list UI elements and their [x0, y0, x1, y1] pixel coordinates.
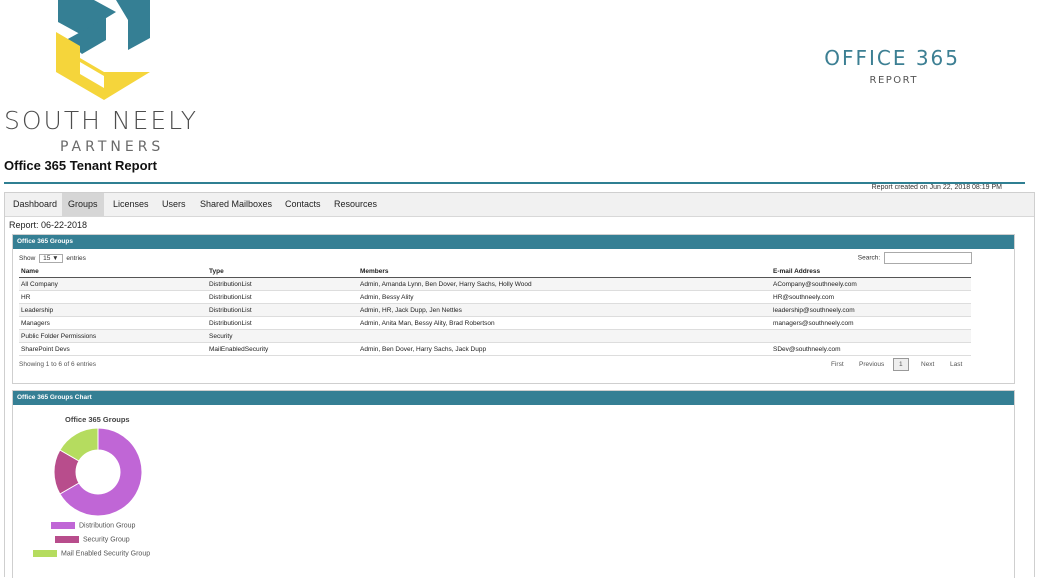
- search-control: Search:: [858, 252, 972, 264]
- tab-contacts[interactable]: Contacts: [279, 193, 327, 216]
- tab-licenses[interactable]: Licenses: [107, 193, 155, 216]
- cell-members: Admin, Anita Man, Bessy Ality, Brad Robe…: [358, 316, 771, 330]
- legend-item[interactable]: Distribution Group: [51, 522, 135, 529]
- chevron-down-icon: ▼: [52, 255, 59, 262]
- report-date: Report: 06-22-2018: [9, 220, 88, 230]
- search-label: Search:: [857, 254, 881, 262]
- entries-value: 15: [43, 255, 51, 262]
- entries-label: entries: [66, 255, 86, 262]
- table-row: SharePoint Devs MailEnabledSecurity Admi…: [19, 342, 971, 356]
- cell-type: DistributionList: [207, 303, 358, 317]
- cell-name: Managers: [19, 316, 207, 330]
- cell-name: Leadership: [19, 303, 207, 317]
- tab-users[interactable]: Users: [156, 193, 192, 216]
- cell-email: ACompany@southneely.com: [771, 277, 971, 291]
- current-page-button[interactable]: 1: [893, 358, 909, 371]
- pagination: First Previous 1 Next Last: [13, 357, 1014, 373]
- tab-dashboard[interactable]: Dashboard: [7, 193, 63, 216]
- cell-name: HR: [19, 290, 207, 304]
- cell-members: [358, 329, 771, 343]
- groups-panel-title: Office 365 Groups: [13, 235, 1014, 249]
- table-row: Public Folder Permissions Security: [19, 329, 971, 343]
- tab-shared-mailboxes[interactable]: Shared Mailboxes: [194, 193, 278, 216]
- cell-name: All Company: [19, 277, 207, 291]
- search-input[interactable]: [884, 252, 972, 264]
- brand-subtitle: PARTNERS: [60, 139, 165, 155]
- brand-name: SOUTH NEELY: [4, 106, 199, 135]
- legend-label: Mail Enabled Security Group: [61, 550, 151, 558]
- cell-email: [771, 329, 971, 343]
- cell-name: Public Folder Permissions: [19, 329, 207, 343]
- column-header-email[interactable]: E-mail Address: [771, 265, 971, 278]
- report-header-subtitle: REPORT: [869, 75, 918, 86]
- table-row: All Company DistributionList Admin, Aman…: [19, 277, 971, 291]
- groups-chart-panel-title: Office 365 Groups Chart: [13, 391, 1014, 405]
- last-page-button[interactable]: Last: [950, 361, 962, 368]
- cell-type: MailEnabledSecurity: [207, 342, 358, 356]
- entries-select[interactable]: 15 ▼: [39, 254, 63, 263]
- tab-resources[interactable]: Resources: [328, 193, 383, 216]
- page-title: Office 365 Tenant Report: [4, 158, 157, 173]
- legend-swatch: [55, 536, 79, 543]
- first-page-button[interactable]: First: [831, 361, 844, 368]
- tab-bar: Dashboard Groups Licenses Users Shared M…: [5, 193, 1034, 217]
- cell-email: managers@southneely.com: [771, 316, 971, 330]
- cell-members: Admin, HR, Jack Dupp, Jen Nettles: [358, 303, 771, 317]
- table-row: HR DistributionList Admin, Bessy Ality H…: [19, 290, 971, 304]
- column-header-members[interactable]: Members: [358, 265, 771, 278]
- cell-name: SharePoint Devs: [19, 342, 207, 356]
- cell-email: leadership@southneely.com: [771, 303, 971, 317]
- tab-groups[interactable]: Groups: [62, 193, 104, 216]
- groups-panel: Office 365 Groups Show 15 ▼ entries Sear…: [12, 234, 1015, 384]
- entries-length-control: Show 15 ▼ entries: [19, 254, 86, 263]
- cell-email: HR@southneely.com: [771, 290, 971, 304]
- legend-swatch: [51, 522, 75, 529]
- table-row: Leadership DistributionList Admin, HR, J…: [19, 303, 971, 317]
- groups-donut-chart: [53, 427, 143, 517]
- show-label: Show: [19, 255, 36, 262]
- chart-title: Office 365 Groups: [65, 415, 130, 424]
- cell-members: Admin, Amanda Lynn, Ben Dover, Harry Sac…: [358, 277, 771, 291]
- report-created-timestamp: Report created on Jun 22, 2018 08:19 PM: [871, 184, 1002, 191]
- cell-type: Security: [207, 329, 358, 343]
- cell-members: Admin, Ben Dover, Harry Sachs, Jack Dupp: [358, 342, 771, 356]
- column-header-name[interactable]: Name: [19, 265, 207, 278]
- cell-type: DistributionList: [207, 277, 358, 291]
- south-neely-logo: [56, 0, 150, 100]
- cell-type: DistributionList: [207, 316, 358, 330]
- legend-swatch: [33, 550, 57, 557]
- report-frame: Dashboard Groups Licenses Users Shared M…: [4, 192, 1035, 578]
- legend-item[interactable]: Mail Enabled Security Group: [33, 550, 150, 557]
- column-header-type[interactable]: Type: [207, 265, 358, 278]
- groups-table: Name Type Members E-mail Address All Com…: [19, 265, 971, 356]
- next-page-button[interactable]: Next: [921, 361, 934, 368]
- cell-members: Admin, Bessy Ality: [358, 290, 771, 304]
- legend-item[interactable]: Security Group: [55, 536, 130, 543]
- previous-page-button[interactable]: Previous: [859, 361, 884, 368]
- legend-label: Security Group: [83, 536, 130, 544]
- cell-type: DistributionList: [207, 290, 358, 304]
- cell-email: SDev@southneely.com: [771, 342, 971, 356]
- table-row: Managers DistributionList Admin, Anita M…: [19, 316, 971, 330]
- groups-chart-panel: Office 365 Groups Chart Office 365 Group…: [12, 390, 1015, 578]
- legend-label: Distribution Group: [79, 522, 136, 530]
- report-header-title: OFFICE 365: [824, 46, 960, 70]
